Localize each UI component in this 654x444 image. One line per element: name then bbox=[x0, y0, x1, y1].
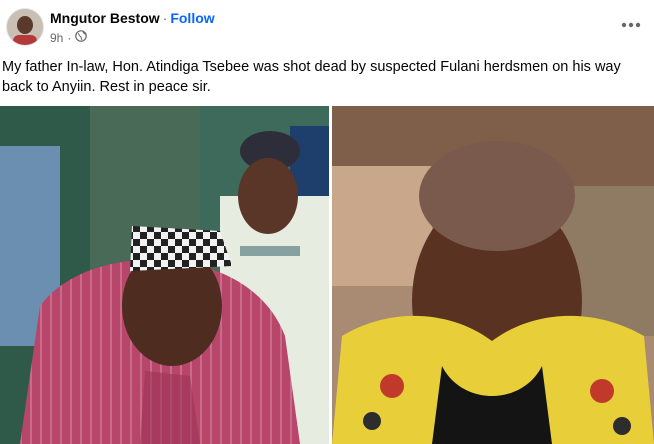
globe-icon bbox=[75, 30, 88, 45]
name-separator: · bbox=[162, 10, 168, 26]
author-line: Mngutor Bestow · Follow bbox=[50, 10, 215, 26]
post-meta: 9h · bbox=[50, 30, 88, 45]
post-photo-right[interactable] bbox=[332, 106, 654, 444]
author-avatar[interactable] bbox=[6, 8, 44, 46]
follow-button[interactable]: Follow bbox=[170, 10, 214, 26]
more-options-icon[interactable] bbox=[620, 14, 642, 36]
post-time[interactable]: 9h bbox=[50, 31, 63, 45]
author-name[interactable]: Mngutor Bestow bbox=[50, 10, 160, 26]
post-header: Mngutor Bestow · Follow 9h · bbox=[0, 0, 654, 52]
post-photo-left[interactable] bbox=[0, 106, 329, 444]
post-caption: My father In-law, Hon. Atindiga Tsebee w… bbox=[2, 59, 621, 95]
meta-separator: · bbox=[67, 30, 72, 45]
